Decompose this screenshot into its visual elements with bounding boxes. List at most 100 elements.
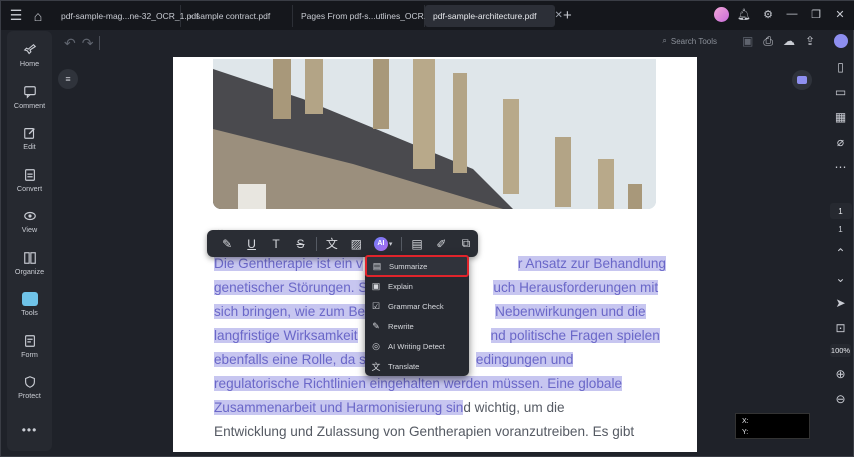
nav-convert[interactable]: Convert bbox=[7, 160, 52, 202]
redo-icon[interactable]: ↷ bbox=[82, 35, 94, 52]
text-icon[interactable]: T bbox=[264, 231, 288, 256]
add-tab-icon[interactable]: + bbox=[563, 7, 572, 24]
nav-view[interactable]: View bbox=[7, 201, 52, 243]
highlighted-text: genetischer Störungen. S bbox=[214, 280, 368, 295]
bell-icon[interactable]: 🔔︎ bbox=[735, 5, 753, 23]
nav-comment[interactable]: Comment bbox=[7, 77, 52, 119]
home-icon[interactable]: ⌂ bbox=[27, 5, 49, 27]
y-coordinate: Y: bbox=[742, 429, 749, 436]
document-toolbar: ↶ ↷ ⌕ Search Tools ▣ ⎙ ☁ ⇪ bbox=[56, 30, 821, 56]
menu-item-rewrite[interactable]: ✎ Rewrite bbox=[365, 316, 469, 336]
chevron-down-icon: ▾ bbox=[388, 240, 393, 248]
tab-3[interactable]: Pages From pdf-s...utlines_OCR.pdf bbox=[293, 4, 438, 27]
comment-panel-icon[interactable]: ▭ bbox=[835, 79, 846, 104]
print-icon[interactable]: ⎙ bbox=[763, 34, 773, 49]
toolbar-divider bbox=[315, 236, 317, 251]
search-tools-label: Search Tools bbox=[670, 36, 717, 46]
highlighted-text: langfristige Wirksamkeit bbox=[214, 328, 358, 343]
more-options-icon[interactable]: ⋯ bbox=[835, 154, 847, 179]
ai-button[interactable]: AI ▾ bbox=[369, 231, 398, 256]
strikethrough-icon[interactable]: S bbox=[288, 231, 312, 256]
edit-text-icon[interactable]: ✐ bbox=[429, 231, 453, 256]
organize-icon bbox=[23, 251, 36, 264]
toolbar-divider bbox=[99, 36, 101, 50]
zoom-out-icon[interactable]: ⊖ bbox=[835, 386, 845, 411]
coordinates-readout: X: Y: bbox=[735, 413, 810, 439]
rocket-icon bbox=[23, 44, 36, 55]
select-cursor-icon[interactable]: ➤ bbox=[835, 290, 845, 315]
edit-icon bbox=[23, 128, 35, 140]
nav-protect[interactable]: Protect bbox=[7, 367, 52, 409]
highlighted-text: Die Gentherapie ist ein v bbox=[214, 256, 363, 271]
menu-item-explain[interactable]: ▣ Explain bbox=[365, 276, 469, 296]
highlighted-text: r Ansatz zur Behandlung bbox=[517, 256, 666, 271]
nav-form[interactable]: Form bbox=[7, 326, 52, 368]
menu-item-label: Rewrite bbox=[388, 321, 414, 331]
share-icon[interactable]: ⇪ bbox=[805, 34, 815, 49]
plain-text: d wichtig, um die bbox=[463, 400, 565, 415]
grammar-check-icon: ☑ bbox=[371, 300, 381, 311]
attachment-icon[interactable]: ⌀ bbox=[837, 129, 844, 154]
chat-icon bbox=[797, 76, 807, 84]
highlighted-text: sich bringen, wie zum Be bbox=[214, 304, 366, 319]
nav-organize[interactable]: Organize bbox=[7, 243, 52, 285]
nav-home[interactable]: Home bbox=[7, 35, 52, 77]
ai-detect-icon: ◎ bbox=[372, 340, 380, 351]
translate-icon[interactable]: 文 bbox=[320, 231, 344, 256]
ai-icon: AI bbox=[373, 236, 388, 251]
settings-sliders-icon[interactable]: ≡ bbox=[58, 69, 78, 89]
close-icon[interactable]: ✕ bbox=[831, 5, 849, 23]
paragraph-line: Entwicklung und Zulassung von Gentherapi… bbox=[214, 420, 659, 444]
save-icon[interactable]: ▣ bbox=[742, 34, 753, 49]
ai-chat-button[interactable] bbox=[792, 70, 812, 90]
nav-tools[interactable]: Tools bbox=[7, 284, 52, 326]
fit-page-icon[interactable]: ⊡ bbox=[835, 315, 845, 340]
highlighted-text: ebenfalls eine Rolle, da s bbox=[214, 352, 366, 367]
menu-item-translate[interactable]: 文 Translate bbox=[365, 356, 469, 376]
menu-item-label: Summarize bbox=[389, 261, 428, 271]
undo-icon[interactable]: ↶ bbox=[64, 35, 76, 52]
nav-edit[interactable]: Edit bbox=[7, 118, 52, 160]
left-nav: Home Comment Edit Convert View Organize … bbox=[7, 31, 52, 451]
menu-item-ai-writing-detect[interactable]: ◎ AI Writing Detect bbox=[365, 336, 469, 356]
menu-item-summarize[interactable]: ▤ Summarize bbox=[365, 255, 469, 277]
zoom-level[interactable]: 100% bbox=[829, 344, 852, 357]
chevron-up-icon[interactable]: ⌃ bbox=[835, 240, 845, 265]
search-tools[interactable]: ⌕ Search Tools bbox=[662, 36, 717, 46]
bookmark-icon[interactable]: ▯ bbox=[837, 54, 844, 79]
ai-assistant-icon[interactable] bbox=[833, 34, 848, 48]
comment-icon bbox=[23, 85, 36, 99]
add-note-icon[interactable]: ▤ bbox=[405, 231, 429, 256]
translate-icon: 文 bbox=[371, 361, 381, 372]
nav-label: Form bbox=[21, 349, 38, 359]
tab-4[interactable]: pdf-sample-architecture.pdf ✕ bbox=[425, 4, 563, 27]
explain-icon: ▣ bbox=[371, 280, 381, 291]
chevron-down-icon[interactable]: ⌄ bbox=[835, 265, 845, 290]
zoom-in-icon[interactable]: ⊕ bbox=[835, 361, 845, 386]
copy-icon[interactable]: ⧉ bbox=[454, 231, 478, 256]
tab-label: pdf-sample-architecture.pdf bbox=[433, 10, 537, 21]
restore-icon[interactable]: ❐ bbox=[807, 5, 825, 23]
image-icon[interactable]: ▨ bbox=[344, 231, 368, 256]
nav-label: Organize bbox=[14, 266, 45, 276]
gear-icon[interactable]: ⚙ bbox=[759, 5, 777, 23]
page-number-input[interactable]: 1 bbox=[829, 203, 852, 219]
hamburger-menu-icon[interactable]: ☰ bbox=[5, 5, 27, 27]
highlighted-text: Nebenwirkungen und die bbox=[495, 304, 646, 319]
thumbnail-icon[interactable]: ▦ bbox=[835, 104, 846, 129]
menu-item-label: AI Writing Detect bbox=[388, 341, 445, 351]
underline-icon[interactable]: U bbox=[239, 231, 263, 256]
avatar[interactable] bbox=[714, 6, 729, 22]
paragraph-line: Zusammenarbeit und Harmonisierung sind w… bbox=[214, 396, 659, 420]
minimize-icon[interactable]: — bbox=[783, 5, 801, 23]
menu-item-grammar-check[interactable]: ☑ Grammar Check bbox=[365, 296, 469, 316]
menu-item-label: Explain bbox=[388, 281, 413, 291]
more-icon[interactable]: ••• bbox=[22, 423, 38, 437]
cloud-upload-icon[interactable]: ☁ bbox=[783, 34, 795, 49]
selection-toolbar: ✎ U T S 文 ▨ AI ▾ ▤ ✐ ⧉ bbox=[207, 230, 478, 257]
highlight-pen-icon[interactable]: ✎ bbox=[215, 231, 239, 256]
close-tab-icon[interactable]: ✕ bbox=[554, 10, 562, 21]
toolbar-divider bbox=[400, 236, 402, 251]
tab-2[interactable]: ▫ sample contract.pdf bbox=[181, 4, 293, 27]
tab-1[interactable]: pdf-sample-mag...ne-32_OCR_1.pdf bbox=[53, 4, 199, 27]
